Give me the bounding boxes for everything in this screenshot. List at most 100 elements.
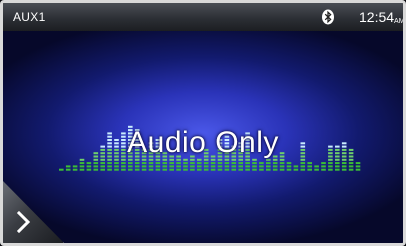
source-label: AUX1 — [13, 10, 46, 24]
eq-segment — [210, 162, 216, 165]
eq-segment — [141, 168, 147, 171]
eq-segment — [176, 168, 181, 171]
eq-segment — [238, 162, 243, 165]
eq-segment — [245, 168, 250, 171]
eq-segment — [210, 168, 216, 171]
eq-segment — [286, 168, 292, 171]
eq-segment — [100, 162, 105, 165]
eq-column — [307, 162, 312, 171]
eq-segment — [355, 168, 361, 171]
eq-segment — [224, 162, 230, 165]
eq-segment — [134, 162, 140, 165]
eq-column — [59, 168, 64, 171]
eq-column — [321, 162, 326, 171]
eq-segment — [321, 162, 326, 165]
eq-segment — [210, 165, 216, 168]
eq-segment — [169, 162, 174, 165]
eq-segment — [252, 168, 257, 171]
eq-segment — [114, 165, 119, 168]
eq-segment — [203, 168, 209, 171]
eq-segment — [134, 168, 140, 171]
eq-segment — [217, 168, 223, 171]
eq-column — [183, 158, 188, 171]
eq-segment — [238, 168, 243, 171]
eq-segment — [190, 162, 195, 165]
eq-segment — [231, 168, 237, 171]
clock-ampm: AM — [394, 18, 405, 25]
eq-segment — [93, 165, 99, 168]
eq-segment — [79, 168, 85, 171]
audio-only-label: Audio Only — [127, 126, 279, 159]
eq-segment — [279, 168, 285, 171]
eq-segment — [314, 165, 319, 168]
eq-segment — [203, 162, 209, 165]
chevron-right-icon — [16, 211, 31, 233]
eq-segment — [272, 165, 278, 168]
eq-column — [79, 158, 85, 171]
clock: 12:54AM — [359, 9, 405, 25]
eq-segment — [266, 168, 271, 171]
eq-segment — [348, 162, 354, 165]
eq-segment — [141, 165, 147, 168]
eq-segment — [231, 162, 237, 165]
eq-segment — [107, 165, 112, 168]
eq-segment — [355, 162, 361, 165]
eq-segment — [272, 162, 278, 165]
eq-segment — [286, 165, 292, 168]
eq-segment — [162, 165, 168, 168]
eq-segment — [245, 162, 250, 165]
eq-segment — [293, 165, 299, 168]
eq-segment — [190, 168, 195, 171]
eq-segment — [341, 162, 347, 165]
eq-segment — [176, 165, 181, 168]
eq-segment — [197, 162, 202, 165]
audio-only-display: Audio Only — [3, 31, 403, 243]
eq-segment — [272, 168, 278, 171]
eq-segment — [162, 162, 168, 165]
eq-column — [252, 158, 257, 171]
eq-segment — [183, 165, 188, 168]
eq-segment — [183, 162, 188, 165]
eq-segment — [114, 162, 119, 165]
eq-segment — [335, 168, 340, 171]
eq-segment — [148, 168, 154, 171]
eq-segment — [252, 162, 257, 165]
eq-segment — [307, 168, 312, 171]
eq-segment — [231, 165, 237, 168]
eq-segment — [72, 165, 78, 168]
eq-segment — [341, 168, 347, 171]
eq-segment — [245, 165, 250, 168]
eq-segment — [321, 168, 326, 171]
eq-segment — [203, 165, 209, 168]
eq-column — [72, 165, 78, 171]
eq-column — [286, 162, 292, 171]
eq-segment — [148, 162, 154, 165]
eq-column — [86, 162, 92, 171]
eq-column — [314, 165, 319, 171]
clock-time: 12:54 — [359, 9, 395, 25]
eq-segment — [217, 165, 223, 168]
eq-segment — [86, 165, 92, 168]
eq-segment — [134, 165, 140, 168]
eq-segment — [59, 168, 64, 171]
eq-segment — [328, 162, 333, 165]
eq-segment — [128, 165, 133, 168]
eq-segment — [300, 168, 306, 171]
eq-column — [355, 162, 361, 171]
eq-column — [259, 162, 264, 171]
eq-segment — [128, 162, 133, 165]
eq-segment — [300, 162, 306, 165]
eq-segment — [100, 165, 105, 168]
eq-segment — [341, 165, 347, 168]
eq-segment — [86, 162, 92, 165]
eq-segment — [72, 168, 78, 171]
eq-segment — [314, 168, 319, 171]
eq-segment — [141, 162, 147, 165]
eq-segment — [155, 165, 161, 168]
eq-segment — [300, 165, 306, 168]
eq-segment — [148, 165, 154, 168]
eq-segment — [121, 165, 126, 168]
eq-segment — [100, 168, 105, 171]
eq-segment — [307, 165, 312, 168]
eq-segment — [328, 168, 333, 171]
